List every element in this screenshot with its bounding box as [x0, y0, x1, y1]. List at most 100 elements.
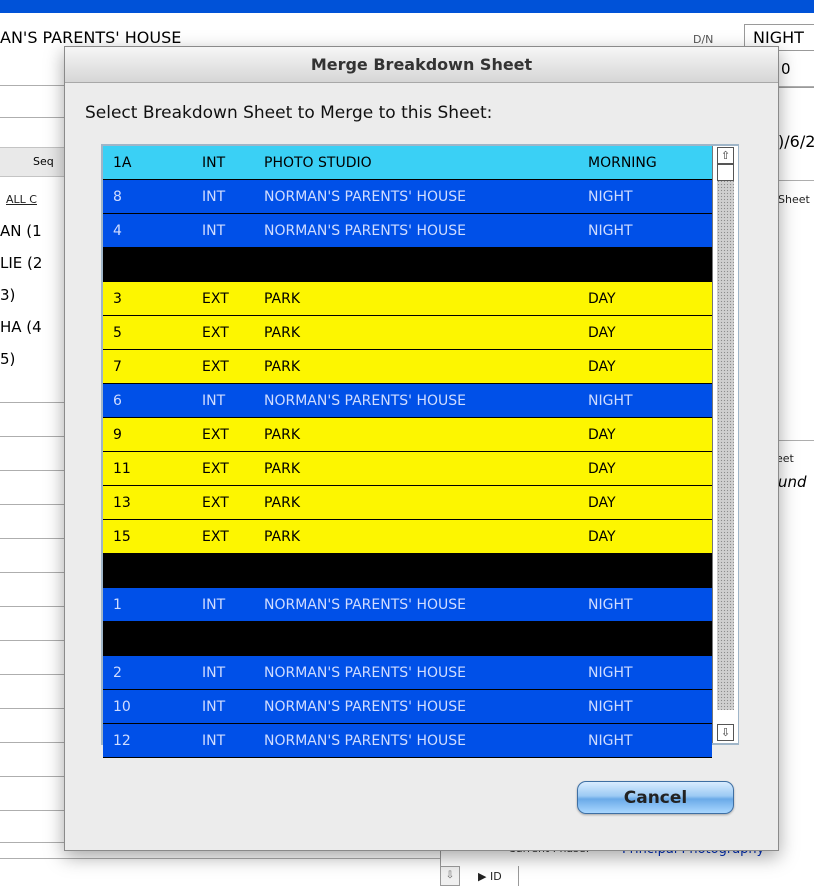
row-scene-number: 11 [113, 461, 131, 477]
row-int-ext: INT [202, 155, 226, 171]
row-int-ext: INT [202, 597, 226, 613]
list-row[interactable]: 8 INT NORMAN'S PARENTS' HOUSE NIGHT [103, 180, 712, 214]
row-day-night: NIGHT [588, 223, 633, 239]
cast-item-1[interactable]: AN (1 [0, 222, 42, 240]
row-set-name: NORMAN'S PARENTS' HOUSE [264, 393, 466, 409]
row-day-night: DAY [588, 291, 616, 307]
row-int-ext: EXT [202, 461, 229, 477]
breakdown-sheet-list[interactable]: 1A INT PHOTO STUDIO MORNING 8 INT NORMAN'S PAR… [101, 144, 739, 758]
row-day-night: NIGHT [588, 733, 633, 749]
row-scene-number: 8 [113, 189, 122, 205]
set-name-field[interactable]: AN'S PARENTS' HOUSE [0, 28, 181, 47]
list-separator-row[interactable] [103, 248, 712, 282]
list-row[interactable]: 6 INT NORMAN'S PARENTS' HOUSE NIGHT [103, 384, 712, 418]
row-set-name: NORMAN'S PARENTS' HOUSE [264, 189, 466, 205]
id-label: ID [489, 870, 502, 883]
row-scene-number: 7 [113, 359, 122, 375]
row-scene-number: 6 [113, 393, 122, 409]
row-day-night: NIGHT [588, 189, 633, 205]
row-int-ext: EXT [202, 495, 229, 511]
seq-header: Seq [0, 147, 66, 177]
row-set-name: PARK [264, 291, 301, 307]
row-day-night: DAY [588, 427, 616, 443]
dn-label: D/N [693, 33, 714, 46]
row-set-name: NORMAN'S PARENTS' HOUSE [264, 665, 466, 681]
und-text: und [778, 473, 807, 491]
row-int-ext: INT [202, 189, 226, 205]
list-row[interactable]: 2 INT NORMAN'S PARENTS' HOUSE NIGHT [103, 656, 712, 690]
list-separator-row[interactable] [103, 554, 712, 588]
row-day-night: NIGHT [588, 699, 633, 715]
scroll-thumb[interactable] [717, 164, 734, 181]
row-set-name: PARK [264, 529, 301, 545]
list-row[interactable]: 12 INT NORMAN'S PARENTS' HOUSE NIGHT [103, 724, 712, 758]
list-row[interactable]: 15 EXT PARK DAY [103, 520, 712, 554]
list-row[interactable]: 7 EXT PARK DAY [103, 350, 712, 384]
row-set-name: PARK [264, 495, 301, 511]
row-day-night: DAY [588, 325, 616, 341]
row-set-name: NORMAN'S PARENTS' HOUSE [264, 733, 466, 749]
list-row[interactable]: 10 INT NORMAN'S PARENTS' HOUSE NIGHT [103, 690, 712, 724]
list-row[interactable]: 13 EXT PARK DAY [103, 486, 712, 520]
scroll-up-arrow-icon[interactable]: ⇧ [717, 147, 734, 164]
row-scene-number: 13 [113, 495, 131, 511]
row-set-name: PHOTO STUDIO [264, 155, 372, 171]
row-set-name: PARK [264, 325, 301, 341]
row-scene-number: 2 [113, 665, 122, 681]
row-int-ext: INT [202, 733, 226, 749]
row-int-ext: INT [202, 699, 226, 715]
row-scene-number: 5 [113, 325, 122, 341]
list-row[interactable]: 4 INT NORMAN'S PARENTS' HOUSE NIGHT [103, 214, 712, 248]
list-separator-row[interactable] [103, 622, 712, 656]
row-set-name: NORMAN'S PARENTS' HOUSE [264, 699, 466, 715]
row-int-ext: EXT [202, 291, 229, 307]
cancel-button[interactable]: Cancel [577, 781, 734, 814]
row-set-name: PARK [264, 427, 301, 443]
row-day-night: NIGHT [588, 597, 633, 613]
row-scene-number: 12 [113, 733, 131, 749]
list-scrollbar[interactable]: ⇧ ⇩ [712, 146, 738, 743]
list-row[interactable]: 5 EXT PARK DAY [103, 316, 712, 350]
row-int-ext: EXT [202, 325, 229, 341]
row-int-ext: EXT [202, 427, 229, 443]
cast-item-5[interactable]: 5) [0, 350, 15, 368]
list-row[interactable]: 1 INT NORMAN'S PARENTS' HOUSE NIGHT [103, 588, 712, 622]
merge-breakdown-dialog: Merge Breakdown Sheet Select Breakdown S… [64, 46, 779, 851]
scroll-track[interactable] [717, 180, 734, 710]
cast-item-3[interactable]: 3) [0, 286, 15, 304]
cast-item-4[interactable]: HA (4 [0, 318, 42, 336]
row-day-night: DAY [588, 529, 616, 545]
row-set-name: NORMAN'S PARENTS' HOUSE [264, 223, 466, 239]
id-row[interactable]: ▶ ID [478, 870, 502, 883]
list-row[interactable]: 1A INT PHOTO STUDIO MORNING [103, 146, 712, 180]
list-row[interactable]: 11 EXT PARK DAY [103, 452, 712, 486]
list-row[interactable]: 9 EXT PARK DAY [103, 418, 712, 452]
sheet-label: Sheet [778, 193, 810, 206]
row-day-night: MORNING [588, 155, 657, 171]
bg-scroll-down-icon[interactable]: ⇩ [440, 866, 460, 886]
row-set-name: NORMAN'S PARENTS' HOUSE [264, 597, 466, 613]
row-int-ext: EXT [202, 359, 229, 375]
row-scene-number: 15 [113, 529, 131, 545]
row-int-ext: EXT [202, 529, 229, 545]
dialog-prompt: Select Breakdown Sheet to Merge to this … [85, 103, 493, 123]
row-day-night: DAY [588, 495, 616, 511]
row-int-ext: INT [202, 665, 226, 681]
app-top-bar [0, 0, 814, 13]
row-scene-number: 9 [113, 427, 122, 443]
row-scene-number: 4 [113, 223, 122, 239]
scroll-down-arrow-icon[interactable]: ⇩ [717, 724, 734, 741]
disclosure-triangle-icon: ▶ [478, 870, 487, 883]
zero-value: 0 [781, 60, 791, 78]
breakdown-sheet-rows: 1A INT PHOTO STUDIO MORNING 8 INT NORMAN'S PAR… [103, 146, 712, 758]
row-day-night: DAY [588, 461, 616, 477]
list-row[interactable]: 3 EXT PARK DAY [103, 282, 712, 316]
row-scene-number: 1 [113, 597, 122, 613]
row-day-night: NIGHT [588, 665, 633, 681]
row-set-name: PARK [264, 461, 301, 477]
row-scene-number: 3 [113, 291, 122, 307]
all-c-label: ALL C [6, 193, 37, 206]
cast-item-2[interactable]: LIE (2 [0, 254, 42, 272]
row-scene-number: 10 [113, 699, 131, 715]
row-int-ext: INT [202, 223, 226, 239]
